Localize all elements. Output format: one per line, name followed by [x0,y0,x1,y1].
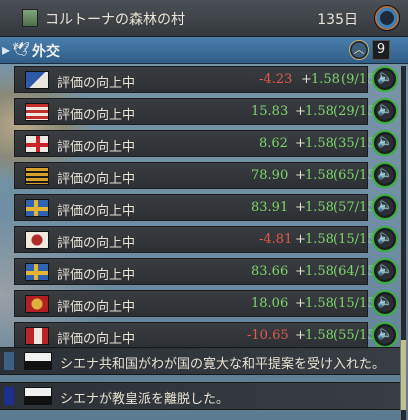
flag-icon [25,199,49,217]
dove-icon: 🕊 [12,42,30,58]
flag-icon [25,327,49,345]
diplomacy-row[interactable]: 評価の向上中 78.90 + 1.58 (65/158) [14,162,389,189]
chevron-up-icon[interactable]: ︿ [349,40,369,60]
days-counter: 135日 [317,12,358,28]
opinion-action-icon[interactable]: 🔈 [372,66,398,92]
opinion-action-icon[interactable]: 🔈 [372,290,398,316]
opinion-action-icon[interactable]: 🔈 [372,322,398,348]
gain-value: 1.58 [311,72,340,87]
event-log-text: シエナ共和国がわが国の寛大な和平提案を受け入れた。 [60,357,386,372]
opinion-action-icon[interactable]: 🔈 [372,226,398,252]
village-icon [22,9,38,27]
gain-value: 1.58 [305,328,334,343]
gain-value: 1.58 [305,104,334,119]
flag-icon [25,167,49,185]
row-label: 評価の向上中 [57,268,136,283]
opinion-action-icon[interactable]: 🔈 [372,98,398,124]
diplomacy-row[interactable]: 評価の向上中 15.83 + 1.58 (29/158) [14,98,389,125]
opinion-value: -4.81 [259,232,293,247]
flag-icon [25,263,49,281]
diplomacy-row[interactable]: 評価の向上中 83.91 + 1.58 (57/158) [14,194,389,221]
log-marker-icon [4,387,14,405]
section-count-badge: 9 [372,40,390,60]
flag-icon [25,103,49,121]
gain-value: 1.58 [305,200,334,215]
opinion-action-icon[interactable]: 🔈 [372,162,398,188]
gain-value: 1.58 [305,264,334,279]
row-label: 評価の向上中 [57,140,136,155]
row-label: 評価の向上中 [57,172,136,187]
event-log-text: シエナが教皇派を離脱した。 [60,392,230,407]
row-label: 評価の向上中 [57,332,136,347]
diplomacy-section-header[interactable]: ▸ 🕊 外交 ︿ 9 [0,37,408,64]
flag-white-black-icon [24,387,52,405]
diplomacy-row[interactable]: 評価の向上中 -4.81 + 1.58 (15/158) [14,226,389,253]
location-title: コルトーナの森林の村 [45,12,185,28]
diplomacy-row[interactable]: 評価の向上中 18.06 + 1.58 (15/158) [14,290,389,317]
flag-icon [25,231,49,249]
opinion-action-icon[interactable]: 🔈 [372,130,398,156]
opinion-value: 78.90 [251,168,289,183]
opinion-value: 83.91 [251,200,289,215]
log-marker-icon [4,352,14,370]
diplomacy-row[interactable]: 評価の向上中 83.66 + 1.58 (64/158) [14,258,389,285]
diplomacy-row[interactable]: 評価の向上中 -10.65 + 1.58 (55/158) [14,322,389,349]
gain-value: 1.58 [305,168,334,183]
opinion-value: 15.83 [251,104,289,119]
flag-white-black-icon [24,352,52,370]
row-label: 評価の向上中 [57,108,136,123]
section-title: 外交 [32,44,60,60]
expand-arrow-icon[interactable]: ▸ [2,41,12,59]
location-bar[interactable]: コルトーナの森林の村 135日 [0,0,408,37]
row-label: 評価の向上中 [57,300,136,315]
gain-value: 1.58 [305,136,334,151]
opinion-value: -10.65 [247,328,289,343]
opinion-action-icon[interactable]: 🔈 [372,258,398,284]
opinion-value: 83.66 [251,264,289,279]
date-clock-icon[interactable] [374,5,400,31]
diplomacy-row[interactable]: 評価の向上中 8.62 + 1.58 (35/158) [14,130,389,157]
event-log-item[interactable]: シエナが教皇派を離脱した。 [0,382,400,410]
event-log-item[interactable]: シエナ共和国がわが国の寛大な和平提案を受け入れた。 [0,347,400,375]
row-label: 評価の向上中 [57,236,136,251]
row-label: 評価の向上中 [57,76,136,91]
opinion-value: 18.06 [251,296,289,311]
flag-icon [25,71,49,89]
scrollbar[interactable] [401,66,406,420]
opinion-value: 8.62 [259,136,288,151]
row-label: 評価の向上中 [57,204,136,219]
gain-value: 1.58 [305,296,334,311]
flag-icon [25,135,49,153]
scrollbar-thumb[interactable] [401,340,406,410]
diplomacy-row[interactable]: 評価の向上中 -4.23 + 1.58 (9/158) [14,66,389,93]
gain-value: 1.58 [305,232,334,247]
opinion-value: -4.23 [259,72,293,87]
flag-icon [25,295,49,313]
opinion-action-icon[interactable]: 🔈 [372,194,398,220]
